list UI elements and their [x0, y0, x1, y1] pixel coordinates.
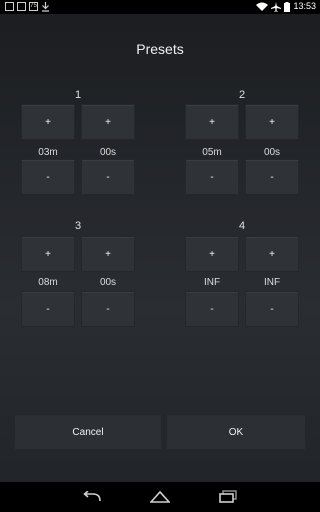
- minutes-value: 03m: [38, 147, 58, 158]
- seconds-value: 00s: [99, 277, 117, 288]
- ok-button[interactable]: OK: [166, 414, 306, 450]
- minutes-value: 05m: [202, 147, 222, 158]
- minutes-decrement-button[interactable]: -: [185, 291, 239, 327]
- clock: 13:53: [293, 1, 316, 11]
- seconds-increment-button[interactable]: +: [81, 104, 135, 140]
- preset-label: 3: [74, 220, 82, 232]
- minutes-decrement-button[interactable]: -: [185, 159, 239, 195]
- minutes-decrement-button[interactable]: -: [21, 159, 75, 195]
- seconds-increment-button[interactable]: +: [81, 236, 135, 272]
- seconds-decrement-button[interactable]: -: [81, 159, 135, 195]
- seconds-decrement-button[interactable]: -: [81, 291, 135, 327]
- seconds-value: INF: [263, 277, 281, 288]
- notification-icons: 75: [5, 2, 50, 12]
- seconds-decrement-button[interactable]: -: [245, 159, 299, 195]
- preset-label: 4: [238, 220, 246, 232]
- preset-label: 1: [74, 89, 82, 101]
- seconds-value: 00s: [99, 147, 117, 158]
- minutes-increment-button[interactable]: +: [185, 236, 239, 272]
- download-icon: [42, 2, 49, 12]
- minutes-increment-button[interactable]: +: [21, 236, 75, 272]
- image-icon: [5, 2, 14, 11]
- wifi-icon: [256, 2, 269, 11]
- minutes-value: INF: [203, 277, 221, 288]
- minutes-value: 08m: [38, 277, 58, 288]
- battery-icon: [284, 1, 291, 12]
- clipboard-icon: [17, 2, 26, 11]
- back-icon[interactable]: [82, 491, 102, 503]
- seconds-value: 00s: [263, 147, 281, 158]
- minutes-increment-button[interactable]: +: [21, 104, 75, 140]
- preset-label: 2: [238, 89, 246, 101]
- recents-icon[interactable]: [218, 490, 238, 504]
- minutes-decrement-button[interactable]: -: [21, 291, 75, 327]
- system-icons: 13:53: [256, 1, 316, 12]
- status-bar: 75 13:53: [0, 0, 320, 14]
- page-title: Presets: [136, 41, 184, 57]
- badge-icon: 75: [29, 2, 38, 11]
- home-icon[interactable]: [150, 490, 170, 504]
- minutes-increment-button[interactable]: +: [185, 104, 239, 140]
- seconds-decrement-button[interactable]: -: [245, 291, 299, 327]
- seconds-increment-button[interactable]: +: [245, 104, 299, 140]
- airplane-icon: [271, 1, 282, 12]
- navigation-bar: [0, 482, 320, 512]
- cancel-button[interactable]: Cancel: [14, 414, 162, 450]
- seconds-increment-button[interactable]: +: [245, 236, 299, 272]
